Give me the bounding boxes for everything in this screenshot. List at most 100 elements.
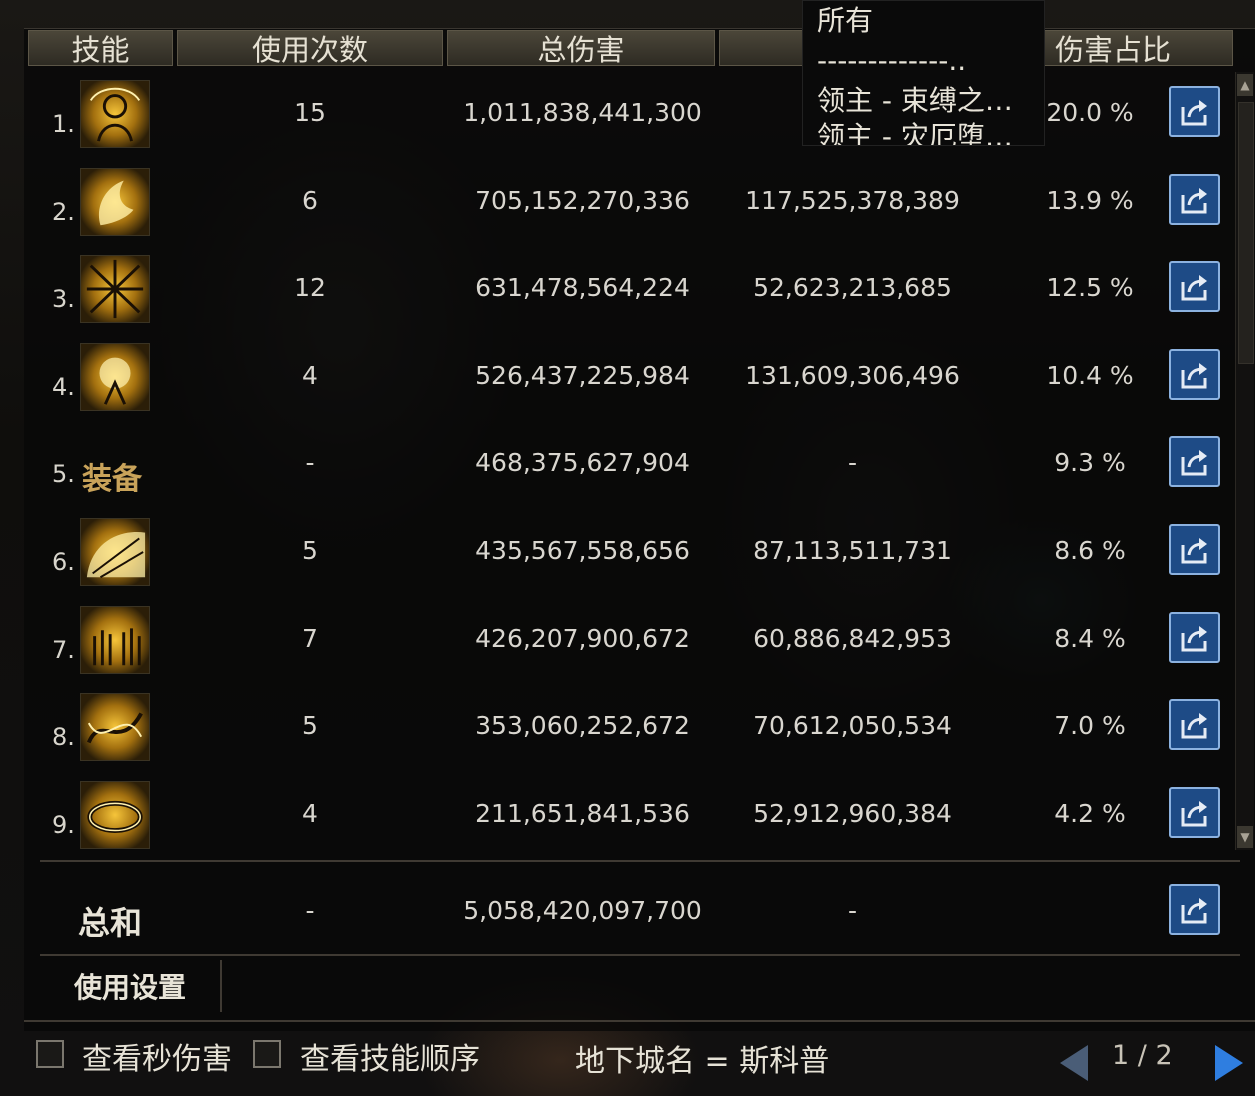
footer-divider: [24, 1020, 1255, 1022]
row-total-damage: 631,478,564,224: [475, 273, 690, 302]
tab-usage-settings[interactable]: 使用设置: [40, 960, 222, 1012]
summary-label: 总和: [78, 904, 143, 942]
row-damage-percent: 20.0 %: [1046, 98, 1134, 127]
share-icon: [1181, 625, 1207, 651]
row-total-damage: 705,152,270,336: [475, 186, 690, 215]
dropdown-selected[interactable]: 所有: [817, 1, 1034, 41]
row-number: 3.: [52, 285, 75, 313]
scroll-thumb[interactable]: [1238, 102, 1254, 364]
share-button[interactable]: [1169, 349, 1220, 400]
row-total-damage: 468,375,627,904: [475, 448, 690, 477]
row-avg-damage: 131,609,306,496: [745, 361, 960, 390]
row-damage-percent: 10.4 %: [1046, 361, 1134, 390]
row-number: 5.: [52, 460, 75, 488]
share-button[interactable]: [1169, 86, 1220, 137]
row-avg-damage: 87,113,511,731: [753, 536, 952, 565]
flame-claw-skill-icon: [80, 168, 150, 236]
row-damage-percent: 12.5 %: [1046, 273, 1134, 302]
col-header-uses[interactable]: 使用次数: [177, 30, 443, 67]
row-avg-damage: 117,525,378,389: [745, 186, 960, 215]
share-icon: [1181, 800, 1207, 826]
summary-total: 5,058,420,097,700: [463, 896, 702, 925]
summary-share-button[interactable]: [1169, 884, 1220, 935]
row-uses: 15: [294, 98, 326, 127]
dropdown-option[interactable]: 领主 - 束缚之公...: [817, 81, 1034, 121]
share-button[interactable]: [1169, 787, 1220, 838]
row-number: 9.: [52, 811, 75, 839]
share-button[interactable]: [1169, 524, 1220, 575]
page-indicator: 1 / 2: [1112, 1040, 1173, 1071]
share-button[interactable]: [1169, 261, 1220, 312]
row-total-damage: 1,011,838,441,300: [463, 98, 702, 127]
row-uses: -: [305, 448, 315, 477]
burst-skill-icon: [80, 255, 150, 323]
summary-divider: [40, 954, 1240, 956]
golden-spirit-skill-icon: [80, 343, 150, 411]
row-damage-percent: 8.6 %: [1054, 536, 1126, 565]
row-uses: 5: [302, 536, 318, 565]
row-number: 7.: [52, 636, 75, 664]
row-uses: 12: [294, 273, 326, 302]
row-avg-damage: 70,612,050,534: [753, 711, 952, 740]
row-total-damage: 435,567,558,656: [475, 536, 690, 565]
row-total-damage: 426,207,900,672: [475, 624, 690, 653]
table-divider: [40, 860, 1240, 862]
target-filter-dropdown[interactable]: 所有 -------------.. 领主 - 束缚之公... 领主 - 灾厄堕…: [802, 0, 1045, 146]
share-icon: [1181, 362, 1207, 388]
share-icon: [1181, 537, 1207, 563]
equipment-label: 装备: [82, 462, 142, 497]
scroll-up-icon[interactable]: ▲: [1237, 74, 1253, 96]
row-avg-damage: 52,912,960,384: [753, 799, 952, 828]
chain-skill-icon: [80, 693, 150, 761]
row-damage-percent: 4.2 %: [1054, 799, 1126, 828]
checkbox-dps-label[interactable]: 查看秒伤害: [82, 1034, 232, 1078]
share-button[interactable]: [1169, 699, 1220, 750]
checkbox-skill-order[interactable]: [253, 1040, 281, 1068]
row-uses: 4: [302, 799, 318, 828]
fan-skill-icon: [80, 518, 150, 586]
ring-skill-icon: [80, 781, 150, 849]
damage-stats-panel: [24, 28, 1255, 1031]
row-damage-percent: 8.4 %: [1054, 624, 1126, 653]
share-icon: [1181, 712, 1207, 738]
row-total-damage: 211,651,841,536: [475, 799, 690, 828]
row-uses: 6: [302, 186, 318, 215]
share-icon: [1181, 449, 1207, 475]
row-damage-percent: 13.9 %: [1046, 186, 1134, 215]
table-scrollbar[interactable]: ▲ ▼: [1235, 72, 1254, 850]
summary-uses: -: [305, 896, 315, 925]
row-avg-damage: 52,623,213,685: [753, 273, 952, 302]
row-avg-damage: -: [847, 448, 858, 477]
dropdown-option[interactable]: 领主 - 灾厄堕星...: [817, 117, 1034, 145]
hands-skill-icon: [80, 606, 150, 674]
share-icon: [1181, 187, 1207, 213]
col-header-total[interactable]: 总伤害: [447, 30, 715, 67]
prev-page-icon[interactable]: [1060, 1045, 1088, 1081]
share-icon: [1181, 897, 1207, 923]
row-number: 2.: [52, 198, 75, 226]
checkbox-dps[interactable]: [36, 1040, 64, 1068]
share-button[interactable]: [1169, 436, 1220, 487]
row-avg-damage: 60,886,842,953: [753, 624, 952, 653]
col-header-skill[interactable]: 技能: [28, 30, 173, 67]
next-page-icon[interactable]: [1215, 1045, 1243, 1081]
row-damage-percent: 9.3 %: [1054, 448, 1126, 477]
checkbox-skill-order-label[interactable]: 查看技能顺序: [300, 1034, 480, 1078]
dropdown-divider: -------------..: [817, 44, 967, 77]
row-uses: 4: [302, 361, 318, 390]
share-icon: [1181, 274, 1207, 300]
summary-avg: -: [847, 896, 858, 925]
scroll-down-icon[interactable]: ▼: [1237, 826, 1253, 848]
row-uses: 7: [302, 624, 318, 653]
row-damage-percent: 7.0 %: [1054, 711, 1126, 740]
dungeon-name: 地下城名 = 斯科普: [575, 1044, 830, 1079]
row-number: 1.: [52, 110, 75, 138]
dancer-skill-icon: [80, 80, 150, 148]
row-total-damage: 526,437,225,984: [475, 361, 690, 390]
row-total-damage: 353,060,252,672: [475, 711, 690, 740]
row-number: 8.: [52, 723, 75, 751]
share-button[interactable]: [1169, 174, 1220, 225]
row-number: 4.: [52, 373, 75, 401]
share-icon: [1181, 99, 1207, 125]
share-button[interactable]: [1169, 612, 1220, 663]
